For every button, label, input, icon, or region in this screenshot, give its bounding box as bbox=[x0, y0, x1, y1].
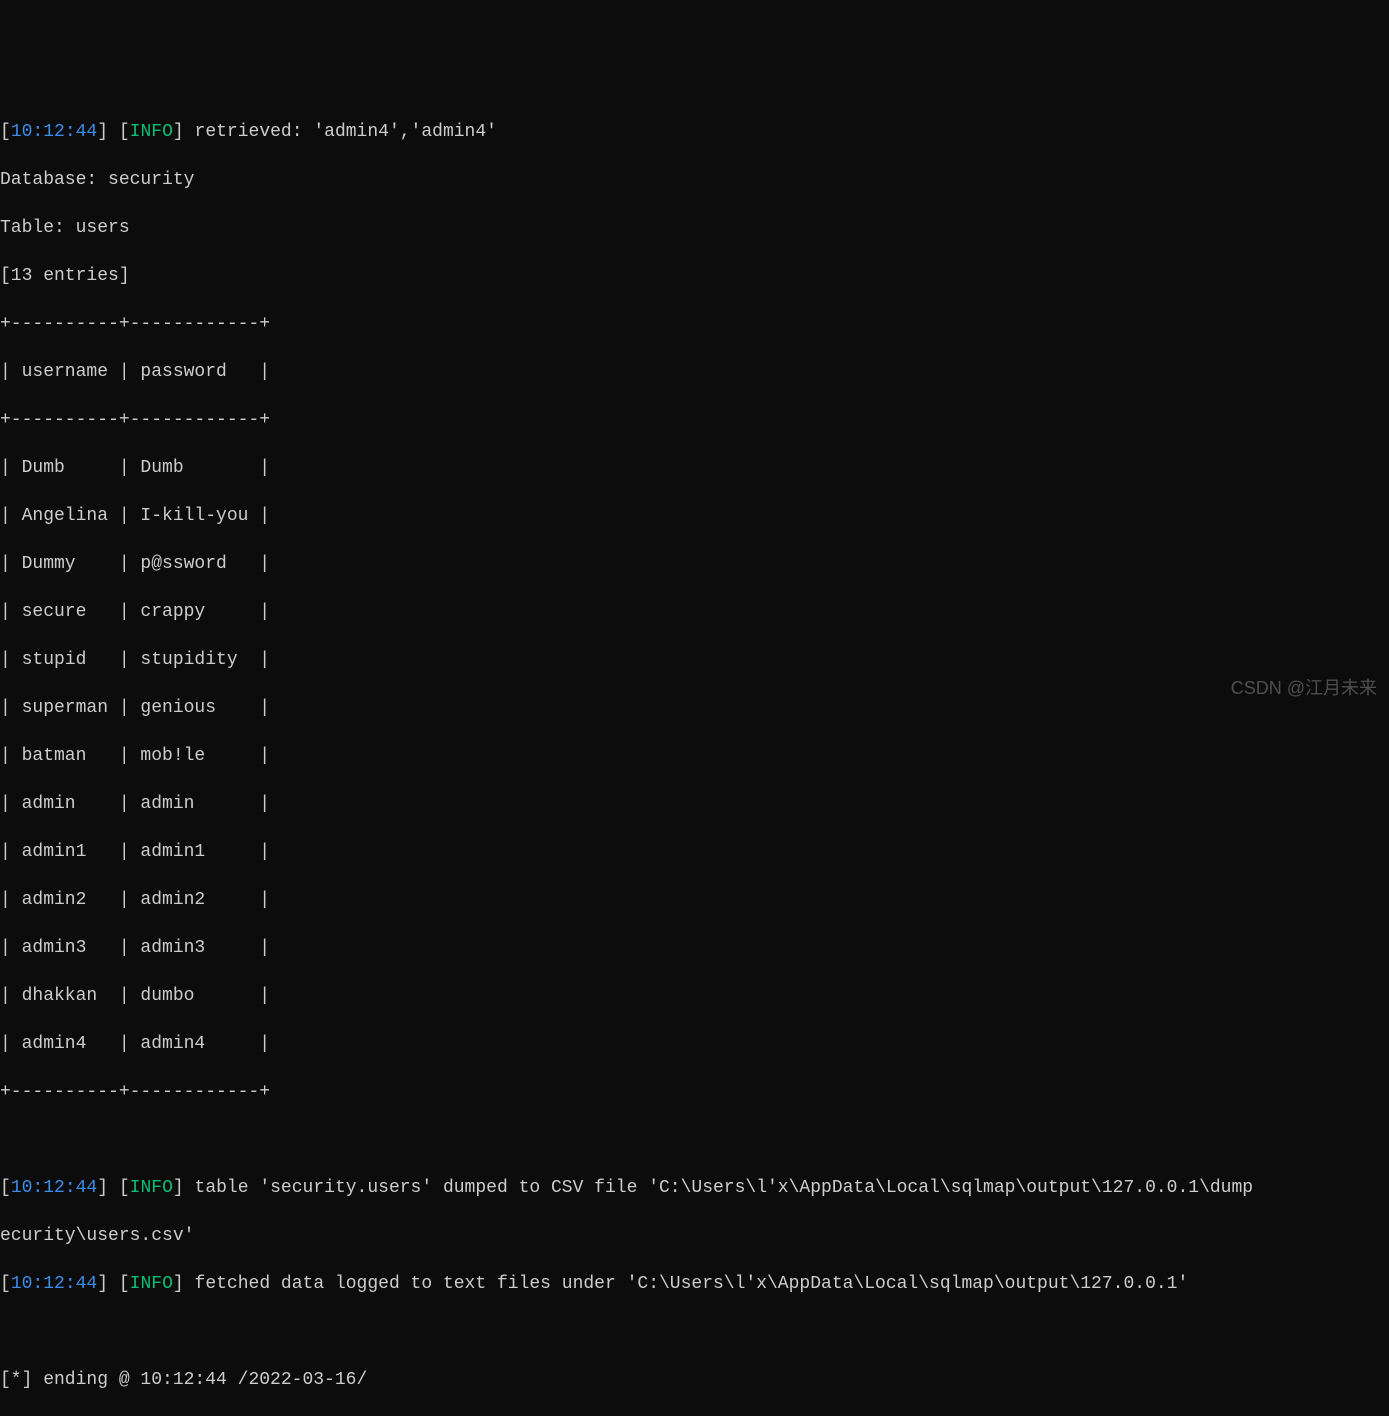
table-row: | secure | crappy | bbox=[0, 600, 1389, 624]
table-row: | Angelina | I-kill-you | bbox=[0, 504, 1389, 528]
table-label: Table: users bbox=[0, 216, 1389, 240]
log-level: INFO bbox=[130, 1178, 173, 1198]
watermark: CSDN @江月未来 bbox=[1231, 676, 1377, 700]
entries-label: [13 entries] bbox=[0, 264, 1389, 288]
log-line-dumped-cont: ecurity\users.csv' bbox=[0, 1224, 1389, 1248]
table-row: | stupid | stupidity | bbox=[0, 648, 1389, 672]
log-line-dumped: [10:12:44] [INFO] table 'security.users'… bbox=[0, 1176, 1389, 1200]
log-message: table 'security.users' dumped to CSV fil… bbox=[195, 1178, 1254, 1198]
log-level: INFO bbox=[130, 1274, 173, 1294]
timestamp: 10:12:44 bbox=[11, 122, 97, 142]
table-border-mid: +----------+------------+ bbox=[0, 408, 1389, 432]
table-row: | admin2 | admin2 | bbox=[0, 888, 1389, 912]
table-row: | admin3 | admin3 | bbox=[0, 936, 1389, 960]
ending-line: [*] ending @ 10:12:44 /2022-03-16/ bbox=[0, 1368, 1389, 1392]
log-level: INFO bbox=[130, 122, 173, 142]
log-message: fetched data logged to text files under … bbox=[195, 1274, 1189, 1294]
table-header: | username | password | bbox=[0, 360, 1389, 384]
table-border-bot: +----------+------------+ bbox=[0, 1080, 1389, 1104]
blank-line bbox=[0, 1128, 1389, 1152]
table-row: | Dumb | Dumb | bbox=[0, 456, 1389, 480]
table-row: | admin4 | admin4 | bbox=[0, 1032, 1389, 1056]
database-label: Database: security bbox=[0, 168, 1389, 192]
timestamp: 10:12:44 bbox=[11, 1178, 97, 1198]
table-border-top: +----------+------------+ bbox=[0, 312, 1389, 336]
table-row: | admin | admin | bbox=[0, 792, 1389, 816]
blank-line bbox=[0, 1320, 1389, 1344]
table-row: | admin1 | admin1 | bbox=[0, 840, 1389, 864]
log-message: retrieved: 'admin4','admin4' bbox=[195, 122, 497, 142]
timestamp: 10:12:44 bbox=[11, 1274, 97, 1294]
table-row: | dhakkan | dumbo | bbox=[0, 984, 1389, 1008]
log-line-fetched: [10:12:44] [INFO] fetched data logged to… bbox=[0, 1272, 1389, 1296]
log-line-retrieved: [10:12:44] [INFO] retrieved: 'admin4','a… bbox=[0, 120, 1389, 144]
table-row: | superman | genious | bbox=[0, 696, 1389, 720]
table-row: | Dummy | p@ssword | bbox=[0, 552, 1389, 576]
table-row: | batman | mob!le | bbox=[0, 744, 1389, 768]
terminal-output: [10:12:44] [INFO] retrieved: 'admin4','a… bbox=[0, 96, 1389, 1416]
